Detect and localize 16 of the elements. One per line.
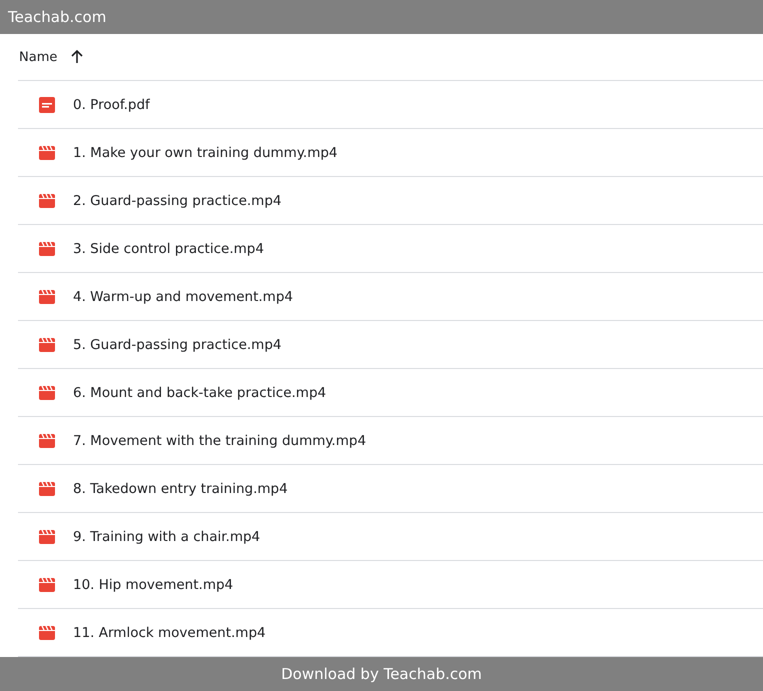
sort-arrow-icon[interactable] (71, 50, 84, 64)
file-name[interactable]: 11. Armlock movement.mp4 (73, 624, 266, 640)
file-name[interactable]: 5. Guard-passing practice.mp4 (73, 336, 282, 352)
file-name[interactable]: 4. Warm-up and movement.mp4 (73, 288, 293, 304)
file-name[interactable]: 3. Side control practice.mp4 (73, 240, 264, 256)
file-name[interactable]: 9. Training with a chair.mp4 (73, 528, 260, 544)
file-name[interactable]: 0. Proof.pdf (73, 96, 150, 112)
column-header[interactable]: Name (19, 50, 58, 64)
footer-text: Download by Teachab.com (281, 665, 482, 683)
file-name[interactable]: 10. Hip movement.mp4 (73, 576, 234, 592)
site-title: Teachab.com (8, 8, 106, 26)
file-name[interactable]: 1. Make your own training dummy.mp4 (73, 144, 338, 160)
file-name[interactable]: 8. Takedown entry training.mp4 (73, 480, 288, 496)
file-name[interactable]: 6. Mount and back-take practice.mp4 (73, 384, 326, 400)
file-name[interactable]: 7. Movement with the training dummy.mp4 (73, 432, 366, 448)
file-name[interactable]: 2. Guard-passing practice.mp4 (73, 192, 282, 208)
